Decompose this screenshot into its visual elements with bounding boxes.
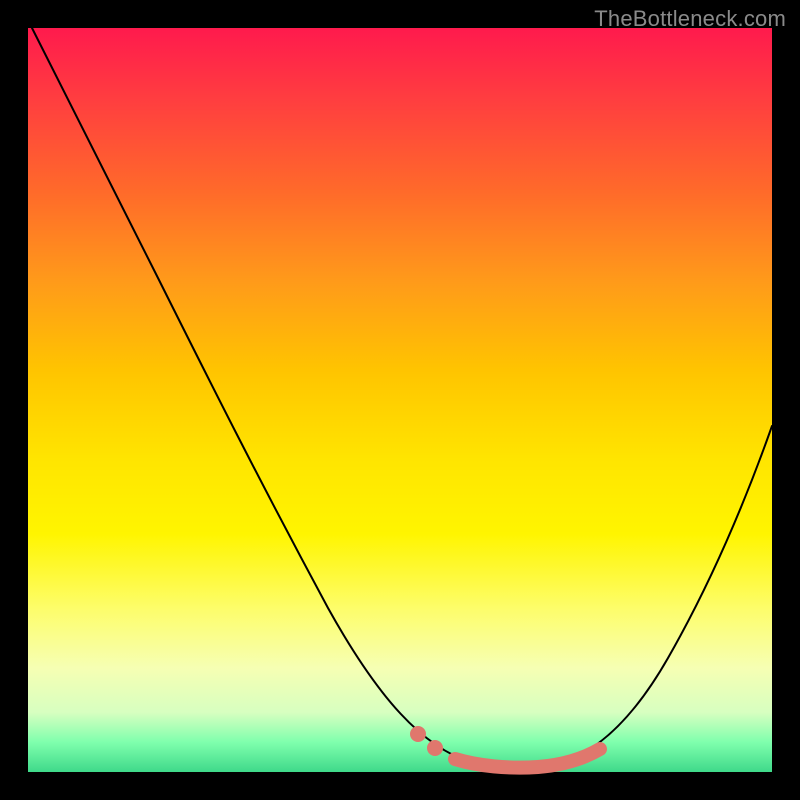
bottleneck-curve [32, 28, 772, 768]
highlight-dot-1 [410, 726, 426, 742]
highlight-segment [455, 749, 600, 768]
chart-canvas [28, 28, 772, 772]
watermark-text: TheBottleneck.com [594, 6, 786, 32]
highlight-dot-2 [427, 740, 443, 756]
bottleneck-plot [28, 28, 772, 772]
